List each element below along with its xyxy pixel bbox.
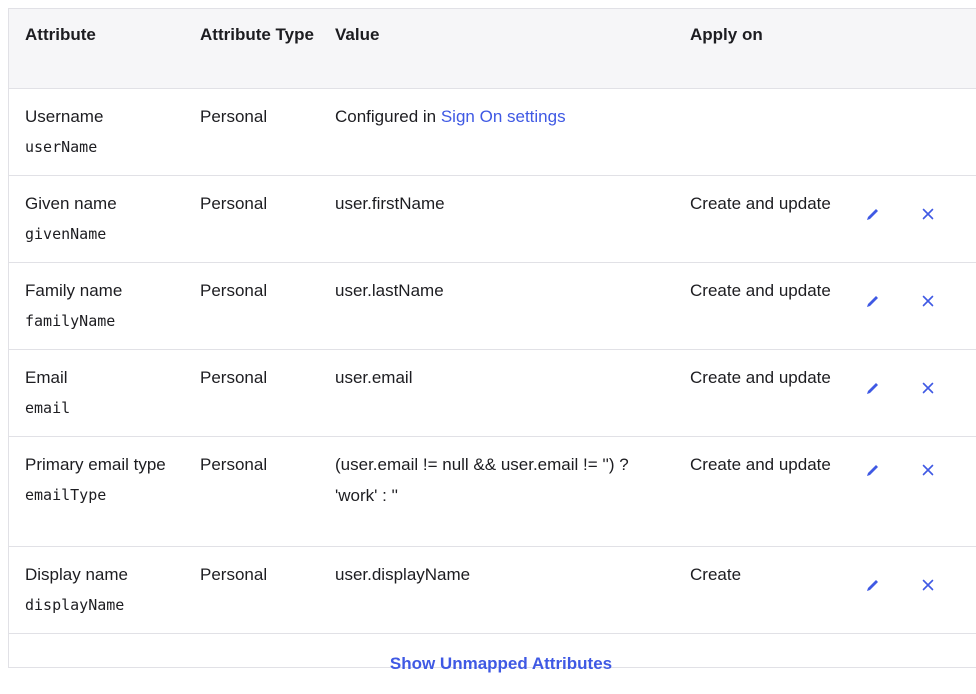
attribute-name: Primary email type	[25, 454, 166, 474]
value-cell: Configured in Sign On settings	[319, 88, 674, 175]
attribute-key: emailType	[25, 485, 107, 504]
table-header-row: Attribute Attribute Type Value Apply on	[9, 9, 976, 89]
attribute-cell: Given name givenName	[9, 175, 184, 262]
header-attribute: Attribute	[9, 9, 184, 89]
table-footer: Show Unmapped Attributes	[9, 634, 976, 694]
close-icon[interactable]	[918, 204, 938, 224]
pencil-icon[interactable]	[863, 575, 883, 595]
attribute-mappings-table: Attribute Attribute Type Value Apply on …	[9, 9, 976, 634]
attribute-key: email	[25, 398, 71, 417]
attribute-key: givenName	[25, 224, 107, 243]
apply-on-cell: Create and update	[690, 280, 831, 300]
value-cell: user.firstName	[335, 193, 445, 213]
close-icon[interactable]	[918, 575, 938, 595]
attribute-cell: Email email	[9, 349, 184, 436]
attribute-type-cell: Personal	[200, 280, 268, 300]
attribute-name: Given name	[25, 193, 117, 213]
attribute-cell: Username userName	[9, 88, 184, 175]
value-cell: user.displayName	[335, 564, 471, 584]
attribute-name: Username	[25, 106, 104, 126]
attribute-type-cell: Personal	[200, 193, 268, 213]
apply-on-cell: Create	[690, 564, 742, 584]
table-row: Family name familyName Personal user.las…	[9, 262, 976, 349]
attribute-cell: Family name familyName	[9, 262, 184, 349]
attribute-type-cell: Personal	[200, 106, 268, 126]
attribute-name: Email	[25, 367, 68, 387]
header-delete	[914, 9, 976, 89]
attribute-cell: Display name displayName	[9, 546, 184, 633]
header-apply-on: Apply on	[674, 9, 849, 89]
value-cell: user.email	[335, 367, 413, 387]
apply-on-cell: Create and update	[690, 454, 831, 474]
apply-on-cell: Create and update	[690, 193, 831, 213]
apply-on-cell	[674, 88, 849, 175]
pencil-icon[interactable]	[863, 460, 883, 480]
attribute-name: Display name	[25, 564, 128, 584]
attribute-key: displayName	[25, 595, 125, 614]
header-edit	[849, 9, 914, 89]
attribute-mappings-panel: Attribute Attribute Type Value Apply on …	[8, 8, 976, 673]
table-row: Primary email type emailType Personal (u…	[9, 436, 976, 546]
apply-on-cell: Create and update	[690, 367, 831, 387]
sign-on-settings-link[interactable]: Sign On settings	[441, 107, 566, 126]
pencil-icon[interactable]	[863, 204, 883, 224]
table-row: Display name displayName Personal user.d…	[9, 546, 976, 633]
show-unmapped-attributes-button[interactable]: Show Unmapped Attributes	[390, 654, 612, 674]
header-value: Value	[319, 9, 674, 89]
attribute-type-cell: Personal	[200, 454, 268, 474]
attribute-key: userName	[25, 137, 98, 156]
attribute-name: Family name	[25, 280, 123, 300]
table-row: Given name givenName Personal user.first…	[9, 175, 976, 262]
pencil-icon[interactable]	[863, 291, 883, 311]
attribute-cell: Primary email type emailType	[9, 436, 184, 546]
pencil-icon[interactable]	[863, 378, 883, 398]
value-cell: user.lastName	[335, 280, 444, 300]
attribute-type-cell: Personal	[200, 367, 268, 387]
attribute-type-cell: Personal	[200, 564, 268, 584]
header-attribute-type: Attribute Type	[184, 9, 319, 89]
close-icon[interactable]	[918, 291, 938, 311]
close-icon[interactable]	[918, 378, 938, 398]
value-prefix: Configured in	[335, 106, 441, 126]
table-row: Email email Personal user.email Create a…	[9, 349, 976, 436]
table-row: Username userName Personal Configured in…	[9, 88, 976, 175]
close-icon[interactable]	[918, 460, 938, 480]
attribute-key: familyName	[25, 311, 116, 330]
value-cell: (user.email != null && user.email != '')…	[335, 454, 629, 505]
